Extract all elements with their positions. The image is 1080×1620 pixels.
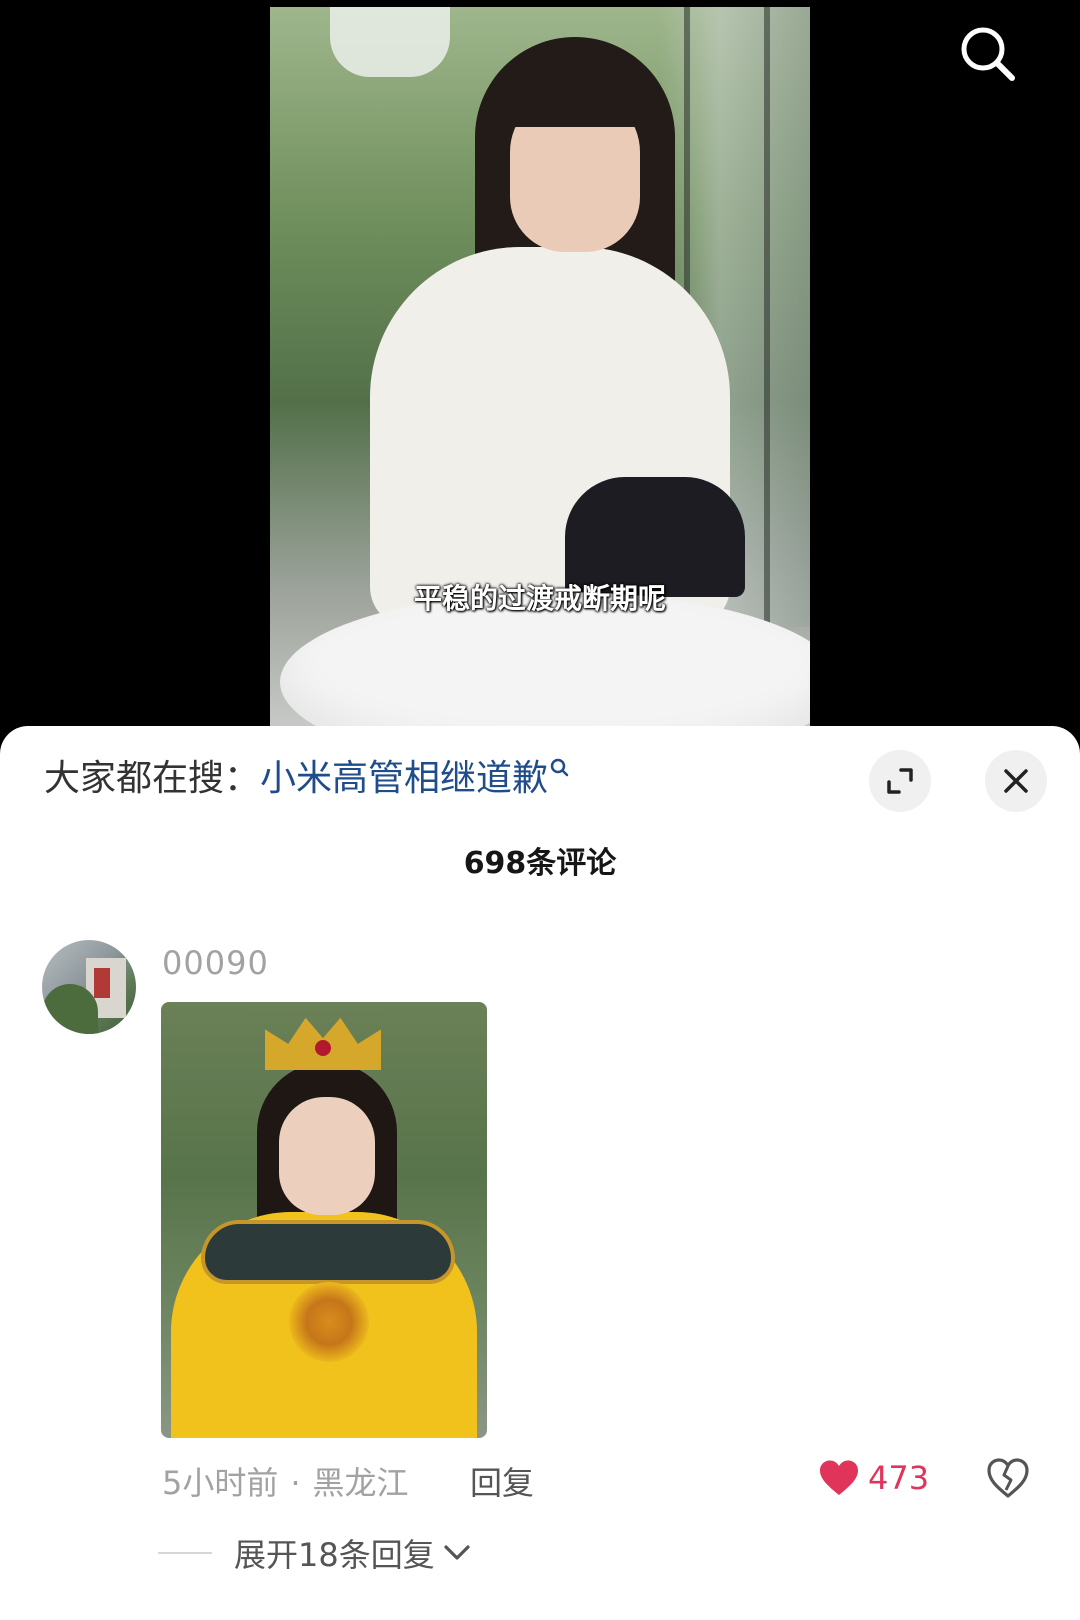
avatar[interactable] bbox=[42, 940, 136, 1034]
comments-sheet: 大家都在搜：小米高管相继道歉 698条评论 00090 5小时前 · 黑龙江 回… bbox=[0, 726, 1080, 1620]
expand-icon bbox=[887, 768, 913, 794]
image-crown-jewel bbox=[315, 1040, 331, 1056]
comment-meta: 5小时前 · 黑龙江 bbox=[162, 1458, 409, 1504]
expand-replies-button[interactable]: 展开18条回复 bbox=[158, 1530, 471, 1576]
video-presenter bbox=[350, 37, 750, 637]
reply-button[interactable]: 回复 bbox=[470, 1458, 534, 1504]
dislike-button[interactable] bbox=[985, 1456, 1031, 1500]
meta-separator: · bbox=[290, 1464, 301, 1502]
comment-count: 698条评论 bbox=[463, 846, 617, 881]
avatar-sign bbox=[94, 968, 110, 998]
comment-item: 00090 5小时前 · 黑龙江 回复 473 展开18条回复 bbox=[0, 940, 1080, 1590]
comment-username[interactable]: 00090 bbox=[162, 944, 269, 982]
heart-icon bbox=[820, 1460, 858, 1495]
image-robe-collar bbox=[201, 1220, 455, 1284]
like-button[interactable]: 473 bbox=[818, 1456, 929, 1500]
search-icon bbox=[550, 758, 569, 777]
window-mullion bbox=[764, 7, 770, 627]
image-dragon-emblem bbox=[289, 1282, 369, 1362]
search-button[interactable] bbox=[956, 22, 1020, 86]
broken-heart-icon bbox=[987, 1458, 1029, 1498]
expand-replies-label: 展开18条回复 bbox=[234, 1536, 435, 1574]
close-button[interactable] bbox=[985, 750, 1047, 812]
video-frame[interactable]: 平稳的过渡戒断期呢 bbox=[270, 7, 810, 727]
image-face bbox=[279, 1097, 375, 1215]
like-count: 473 bbox=[868, 1459, 930, 1497]
chevron-down-icon bbox=[444, 1545, 470, 1560]
search-icon bbox=[961, 27, 1015, 81]
close-icon bbox=[1004, 769, 1028, 793]
comment-time: 5小时前 bbox=[162, 1464, 279, 1502]
avatar-tree bbox=[42, 984, 98, 1034]
hot-search-prefix: 大家都在搜： bbox=[44, 758, 261, 799]
expand-replies-divider bbox=[158, 1552, 212, 1554]
video-subtitle: 平稳的过渡戒断期呢 bbox=[413, 582, 666, 615]
app-screen: 平稳的过渡戒断期呢 大家都在搜：小米高管相继道歉 698条评论 00090 5小… bbox=[0, 0, 1080, 1620]
hot-search-bar: 大家都在搜：小米高管相继道歉 bbox=[44, 756, 570, 802]
comment-image[interactable] bbox=[161, 1002, 487, 1438]
expand-button[interactable] bbox=[869, 750, 931, 812]
comment-location: 黑龙江 bbox=[312, 1464, 409, 1502]
video-player[interactable]: 平稳的过渡戒断期呢 bbox=[0, 0, 1080, 740]
hot-search-term[interactable]: 小米高管相继道歉 bbox=[260, 758, 548, 799]
